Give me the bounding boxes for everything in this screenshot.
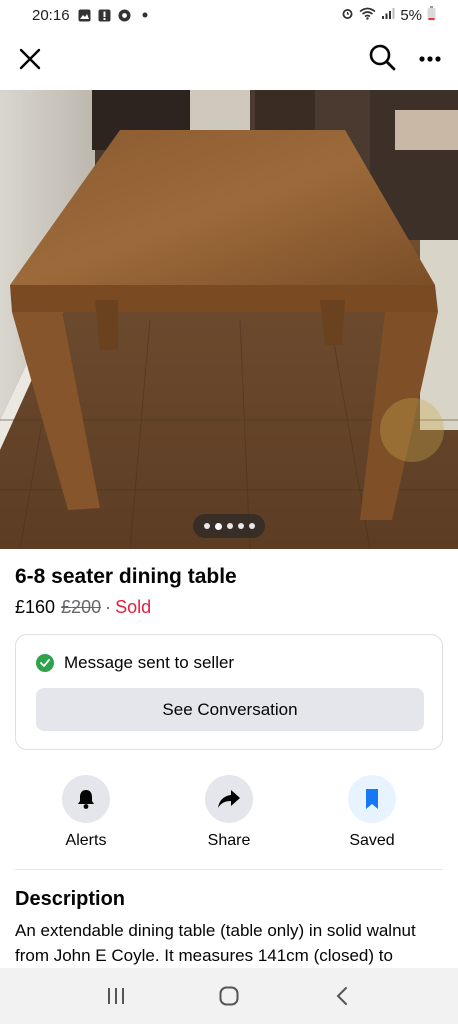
chrome-notification-icon	[118, 8, 132, 22]
recent-apps-icon	[108, 988, 125, 1004]
description-heading: Description	[15, 888, 126, 910]
carousel-dot	[226, 523, 233, 529]
top-app-bar	[0, 36, 458, 82]
see-conversation-button[interactable]: See Conversation	[36, 688, 424, 731]
home-button[interactable]	[209, 976, 249, 1016]
photo-carousel-indicator[interactable]	[193, 514, 265, 538]
carousel-dot	[248, 523, 255, 529]
signal-icon	[381, 7, 395, 24]
share-action[interactable]: Share	[179, 775, 279, 850]
wifi-icon	[359, 7, 376, 24]
message-sent-line: Message sent to seller	[36, 653, 234, 673]
saved-label: Saved	[349, 832, 395, 849]
original-price: £200	[61, 597, 102, 617]
listing-title: 6-8 seater dining table	[15, 565, 237, 588]
listing-photo[interactable]	[0, 90, 458, 549]
share-button[interactable]	[205, 775, 253, 823]
home-icon	[219, 986, 239, 1006]
more-notifications-dot-icon	[138, 8, 152, 22]
back-chevron-icon	[336, 987, 347, 1005]
alert-notification-icon	[98, 8, 112, 22]
share-arrow-icon	[218, 790, 240, 808]
status-right: 5%	[341, 5, 436, 25]
back-button[interactable]	[322, 976, 362, 1016]
search-button[interactable]	[368, 43, 396, 76]
saved-button[interactable]	[348, 775, 396, 823]
carousel-dot	[203, 523, 210, 529]
more-horizontal-icon	[419, 56, 441, 62]
section-divider	[15, 869, 443, 870]
dining-table-photo	[0, 90, 458, 549]
action-row: Alerts Share Saved	[0, 775, 458, 855]
battery-percent: 5%	[400, 6, 422, 24]
bell-icon	[78, 790, 94, 809]
carousel-dot	[237, 523, 244, 529]
status-time: 20:16	[32, 6, 70, 24]
close-icon	[19, 48, 41, 70]
carousel-dot-active	[214, 522, 222, 530]
status-bar: 20:16 5%	[0, 0, 458, 30]
sold-status: Sold	[115, 597, 152, 617]
message-status-card: Message sent to seller See Conversation	[15, 634, 443, 750]
alerts-action[interactable]: Alerts	[36, 775, 136, 850]
recent-apps-button[interactable]	[96, 976, 136, 1016]
close-button[interactable]	[16, 45, 44, 73]
message-sent-text: Message sent to seller	[64, 653, 235, 672]
more-options-button[interactable]	[418, 50, 442, 68]
alerts-label: Alerts	[65, 832, 107, 849]
current-price: £160	[15, 597, 56, 617]
gallery-notification-icon	[78, 8, 92, 22]
description-text: An extendable dining table (table only) …	[15, 921, 416, 965]
bookmark-icon	[366, 789, 378, 809]
saved-action[interactable]: Saved	[322, 775, 422, 850]
battery-icon	[427, 5, 436, 25]
alarm-icon	[341, 7, 354, 24]
system-navigation-bar	[0, 968, 458, 1024]
share-label: Share	[207, 832, 251, 849]
alerts-button[interactable]	[62, 775, 110, 823]
price-separator: ·	[105, 597, 112, 617]
price-row: £160 £200 · Sold	[15, 597, 151, 618]
search-icon	[369, 44, 396, 70]
checkmark-icon	[36, 654, 54, 672]
